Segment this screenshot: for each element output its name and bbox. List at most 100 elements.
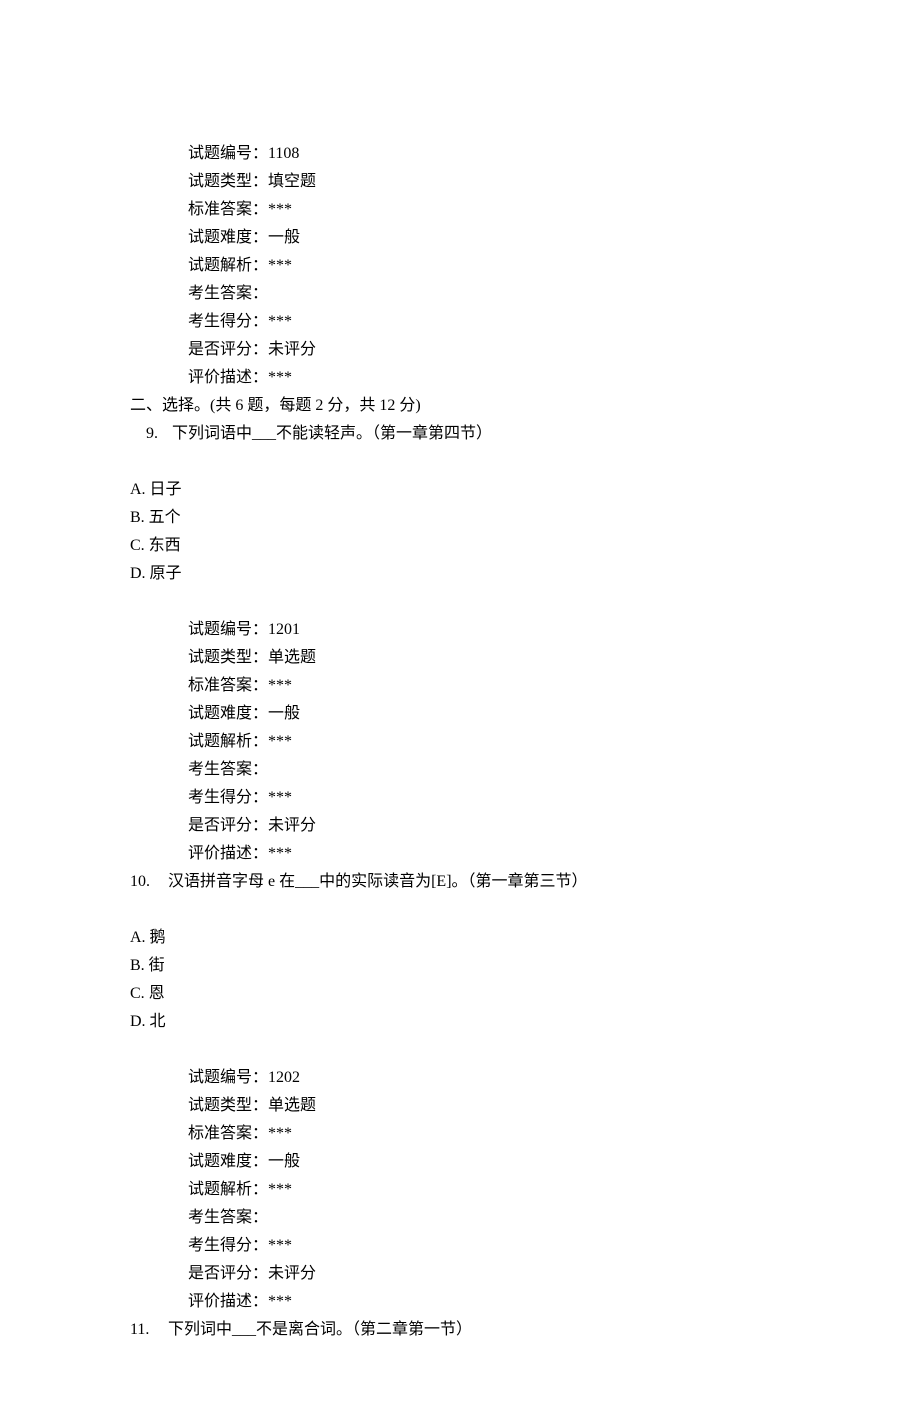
meta-difficulty-label: 试题难度： [188,705,268,722]
option-b: B. 街 [130,952,790,980]
meta-student-answer-row: 考生答案： [188,280,790,308]
spacer [130,1036,790,1064]
meta-student-answer-label: 考生答案： [188,1209,268,1226]
meta-difficulty-label: 试题难度： [188,229,268,246]
question-10-text: 汉语拼音字母 e 在___中的实际读音为[E]。（第一章第三节） [164,868,790,896]
question-11-text: 下列词中___不是离合词。（第二章第一节） [164,1316,790,1344]
meta-score-label: 考生得分： [188,1237,268,1254]
meta-analysis-label: 试题解析： [188,1181,268,1198]
meta-score-value: *** [268,789,292,806]
spacer [130,896,790,924]
meta-block-1201: 试题编号：1201 试题类型：单选题 标准答案：*** 试题难度：一般 试题解析… [130,616,790,868]
meta-graded-label: 是否评分： [188,341,268,358]
meta-score-value: *** [268,1237,292,1254]
meta-graded-value: 未评分 [268,341,316,358]
meta-analysis-value: *** [268,257,292,274]
meta-analysis-row: 试题解析：*** [188,728,790,756]
meta-student-answer-label: 考生答案： [188,285,268,302]
meta-answer-value: *** [268,1125,292,1142]
meta-analysis-row: 试题解析：*** [188,1176,790,1204]
meta-graded-value: 未评分 [268,817,316,834]
question-9-number: 9. [130,420,158,448]
meta-analysis-row: 试题解析：*** [188,252,790,280]
meta-difficulty-value: 一般 [268,705,300,722]
question-10-options: A. 鹅 B. 街 C. 恩 D. 北 [130,924,790,1036]
meta-id-row: 试题编号：1201 [188,616,790,644]
meta-answer-row: 标准答案：*** [188,196,790,224]
meta-type-value: 单选题 [268,649,316,666]
option-c: C. 东西 [130,532,790,560]
meta-type-value: 填空题 [268,173,316,190]
meta-graded-label: 是否评分： [188,817,268,834]
meta-block-1108: 试题编号：1108 试题类型：填空题 标准答案：*** 试题难度：一般 试题解析… [130,140,790,392]
question-11: 11. 下列词中___不是离合词。（第二章第一节） [130,1316,790,1344]
meta-desc-value: *** [268,369,292,386]
meta-answer-row: 标准答案：*** [188,672,790,700]
option-a: A. 鹅 [130,924,790,952]
meta-score-row: 考生得分：*** [188,308,790,336]
meta-score-row: 考生得分：*** [188,1232,790,1260]
meta-analysis-value: *** [268,1181,292,1198]
meta-desc-value: *** [268,845,292,862]
meta-desc-label: 评价描述： [188,369,268,386]
meta-answer-value: *** [268,201,292,218]
meta-analysis-label: 试题解析： [188,257,268,274]
meta-difficulty-value: 一般 [268,1153,300,1170]
meta-graded-row: 是否评分：未评分 [188,1260,790,1288]
meta-id-value: 1108 [268,145,299,162]
spacer [130,588,790,616]
meta-id-label: 试题编号： [188,621,268,638]
meta-graded-value: 未评分 [268,1265,316,1282]
question-9-options: A. 日子 B. 五个 C. 东西 D. 原子 [130,476,790,588]
meta-answer-row: 标准答案：*** [188,1120,790,1148]
meta-difficulty-row: 试题难度：一般 [188,1148,790,1176]
question-9: 9. 下列词语中___不能读轻声。（第一章第四节） [130,420,790,448]
meta-analysis-label: 试题解析： [188,733,268,750]
meta-type-row: 试题类型：填空题 [188,168,790,196]
option-a: A. 日子 [130,476,790,504]
meta-student-answer-row: 考生答案： [188,756,790,784]
meta-score-label: 考生得分： [188,789,268,806]
meta-difficulty-label: 试题难度： [188,1153,268,1170]
meta-difficulty-row: 试题难度：一般 [188,224,790,252]
meta-student-answer-label: 考生答案： [188,761,268,778]
meta-type-label: 试题类型： [188,1097,268,1114]
meta-difficulty-row: 试题难度：一般 [188,700,790,728]
question-9-text: 下列词语中___不能读轻声。（第一章第四节） [158,420,790,448]
meta-answer-value: *** [268,677,292,694]
meta-graded-row: 是否评分：未评分 [188,336,790,364]
option-b: B. 五个 [130,504,790,532]
meta-id-row: 试题编号：1108 [188,140,790,168]
question-11-number: 11. [130,1316,164,1344]
meta-type-value: 单选题 [268,1097,316,1114]
meta-difficulty-value: 一般 [268,229,300,246]
meta-type-row: 试题类型：单选题 [188,1092,790,1120]
meta-score-row: 考生得分：*** [188,784,790,812]
question-10-number: 10. [130,868,164,896]
meta-id-label: 试题编号： [188,145,268,162]
meta-score-label: 考生得分： [188,313,268,330]
meta-type-label: 试题类型： [188,649,268,666]
meta-id-value: 1202 [268,1069,300,1086]
meta-desc-row: 评价描述：*** [188,364,790,392]
meta-desc-row: 评价描述：*** [188,1288,790,1316]
meta-answer-label: 标准答案： [188,1125,268,1142]
meta-student-answer-row: 考生答案： [188,1204,790,1232]
section-2-heading: 二、选择。(共 6 题，每题 2 分，共 12 分) [130,392,790,420]
meta-block-1202: 试题编号：1202 试题类型：单选题 标准答案：*** 试题难度：一般 试题解析… [130,1064,790,1316]
meta-analysis-value: *** [268,733,292,750]
meta-desc-row: 评价描述：*** [188,840,790,868]
meta-answer-label: 标准答案： [188,677,268,694]
meta-type-row: 试题类型：单选题 [188,644,790,672]
meta-graded-label: 是否评分： [188,1265,268,1282]
option-d: D. 北 [130,1008,790,1036]
page-content: 试题编号：1108 试题类型：填空题 标准答案：*** 试题难度：一般 试题解析… [0,0,920,1404]
question-10: 10. 汉语拼音字母 e 在___中的实际读音为[E]。（第一章第三节） [130,868,790,896]
meta-id-label: 试题编号： [188,1069,268,1086]
meta-score-value: *** [268,313,292,330]
meta-answer-label: 标准答案： [188,201,268,218]
option-d: D. 原子 [130,560,790,588]
option-c: C. 恩 [130,980,790,1008]
meta-desc-label: 评价描述： [188,845,268,862]
meta-graded-row: 是否评分：未评分 [188,812,790,840]
